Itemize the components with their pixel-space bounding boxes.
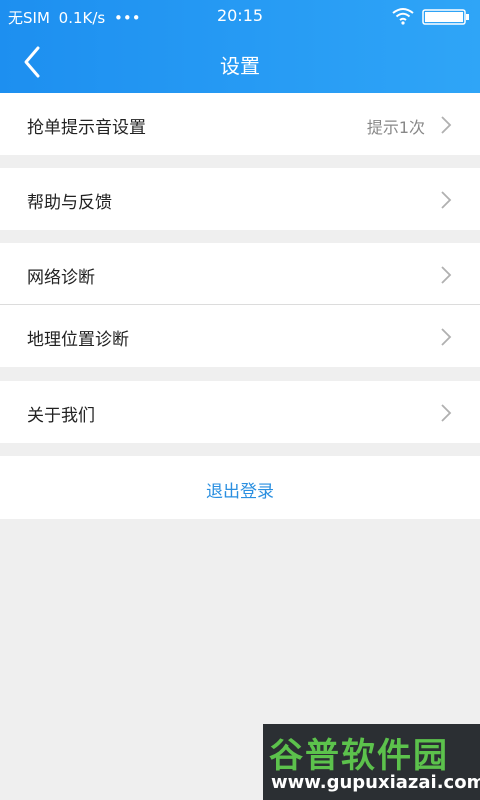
- row-label: 地理位置诊断: [27, 330, 129, 350]
- header: 无SIM 0.1K/s ••• 20:15 设置: [0, 0, 480, 93]
- status-bar: 无SIM 0.1K/s ••• 20:15: [0, 0, 480, 32]
- settings-row-location-diagnosis[interactable]: 地理位置诊断: [0, 305, 480, 367]
- watermark-url: www.gupuxiazai.com: [271, 772, 480, 793]
- settings-row-grab-sound[interactable]: 抢单提示音设置 提示1次: [0, 93, 480, 155]
- row-label: 网络诊断: [27, 268, 95, 288]
- logout-label: 退出登录: [206, 482, 274, 502]
- row-value: 提示1次: [366, 118, 425, 137]
- chevron-right-icon: [441, 404, 452, 422]
- row-label: 帮助与反馈: [27, 193, 112, 213]
- page-title: 设置: [220, 54, 260, 78]
- group-grab-sound: 抢单提示音设置 提示1次: [0, 93, 480, 155]
- chevron-right-icon: [441, 328, 452, 346]
- nav-bar: 设置: [0, 32, 480, 93]
- settings-row-network-diagnosis[interactable]: 网络诊断: [0, 243, 480, 305]
- wifi-icon: [392, 8, 414, 25]
- settings-row-help-feedback[interactable]: 帮助与反馈: [0, 168, 480, 230]
- chevron-right-icon: [441, 116, 452, 134]
- group-diagnosis: 网络诊断 地理位置诊断: [0, 243, 480, 367]
- row-label: 关于我们: [27, 406, 95, 426]
- chevron-right-icon: [441, 191, 452, 209]
- group-help: 帮助与反馈: [0, 168, 480, 230]
- row-label: 抢单提示音设置: [27, 118, 146, 138]
- battery-icon: [422, 9, 469, 25]
- settings-row-about-us[interactable]: 关于我们: [0, 381, 480, 443]
- watermark-logo: 谷普软件园 www.gupuxiazai.com: [263, 724, 480, 800]
- logout-button[interactable]: 退出登录: [0, 456, 480, 519]
- chevron-right-icon: [441, 266, 452, 284]
- group-about: 关于我们: [0, 381, 480, 443]
- watermark-title: 谷普软件园: [269, 736, 449, 776]
